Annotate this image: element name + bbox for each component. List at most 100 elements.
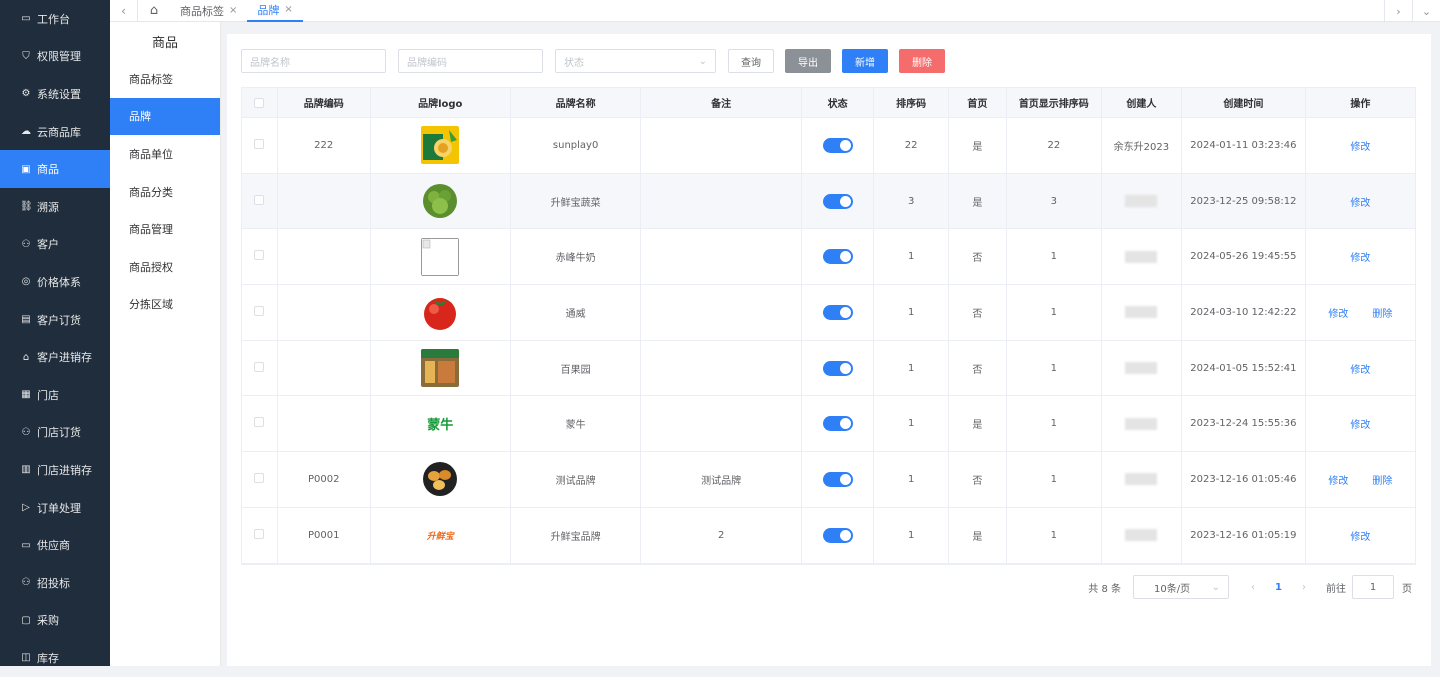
tab-1[interactable]: 品牌 × — [247, 0, 303, 22]
submenu-item-6[interactable]: 分拣区域 — [110, 286, 220, 324]
home-sort-cell: 1 — [1007, 340, 1102, 396]
submenu-item-2[interactable]: 商品单位 — [110, 135, 220, 173]
shengxianbao-logo: 升鲜宝 — [415, 516, 465, 554]
delete-link[interactable]: 删除 — [1372, 472, 1392, 487]
tabs-dropdown-icon[interactable]: ⌄ — [1412, 0, 1440, 22]
creator-cell — [1102, 452, 1182, 507]
row-select-cell — [242, 507, 278, 563]
sidebar-item-6[interactable]: ⚇ 客户 — [0, 226, 110, 264]
sidebar-item-3[interactable]: ☁ 云商品库 — [0, 113, 110, 151]
sidebar-item-17[interactable]: ◫ 库存 — [0, 639, 110, 677]
status-toggle[interactable] — [822, 527, 853, 543]
remark-cell — [641, 118, 802, 173]
brand-code-input[interactable]: 品牌编码 — [398, 49, 543, 73]
sidebar-item-13[interactable]: ▷ 订单处理 — [0, 489, 110, 527]
row-checkbox[interactable] — [254, 250, 265, 261]
status-toggle[interactable] — [822, 249, 853, 265]
brand-code-cell — [278, 285, 371, 340]
brand-name-cell: 蒙牛 — [511, 396, 642, 452]
edit-link[interactable]: 修改 — [1350, 416, 1370, 431]
page-number-current[interactable]: 1 — [1275, 582, 1282, 593]
sidebar-item-11[interactable]: ⚇ 门店订货 — [0, 414, 110, 452]
status-toggle[interactable] — [822, 193, 853, 209]
home-icon[interactable]: ⌂ — [138, 0, 170, 22]
tab-0[interactable]: 商品标签 × — [170, 0, 247, 22]
row-select-cell — [242, 340, 278, 396]
column-header: 备注 — [641, 88, 802, 117]
creator-redacted — [1125, 473, 1158, 486]
sidebar-item-8[interactable]: ▤ 客户订货 — [0, 301, 110, 339]
created-time-cell: 2023-12-24 15:55:36 — [1182, 396, 1306, 452]
pagination: 共 8 条 10条/页 ⌄ ‹ 1 › 前往 1 页 — [1088, 575, 1412, 599]
home-flag-cell: 否 — [949, 285, 1007, 340]
brand-name-input[interactable]: 品牌名称 — [241, 49, 386, 73]
status-toggle[interactable] — [822, 304, 853, 320]
submenu-item-5[interactable]: 商品授权 — [110, 248, 220, 286]
edit-link[interactable]: 修改 — [1350, 361, 1370, 376]
goto-page-input[interactable]: 1 — [1352, 575, 1394, 599]
vegetable-logo — [421, 182, 459, 220]
prev-page-icon[interactable]: ‹ — [1251, 582, 1255, 593]
status-toggle[interactable] — [822, 137, 853, 153]
status-select[interactable]: 状态 ⌄ — [555, 49, 716, 73]
row-checkbox[interactable] — [254, 528, 265, 539]
status-toggle[interactable] — [822, 471, 853, 487]
status-toggle[interactable] — [822, 360, 853, 376]
row-select-cell — [242, 396, 278, 452]
delete-link[interactable]: 删除 — [1372, 305, 1392, 320]
row-checkbox[interactable] — [254, 417, 265, 428]
sidebar-item-15[interactable]: ⚇ 招投标 — [0, 564, 110, 602]
row-checkbox[interactable] — [254, 194, 265, 205]
tabs-scroll-right-icon[interactable]: › — [1384, 0, 1412, 22]
sidebar-item-1[interactable]: ⛉ 权限管理 — [0, 38, 110, 76]
sidebar-item-label: 客户订货 — [37, 313, 81, 327]
select-all-cell — [242, 88, 278, 117]
submenu-item-4[interactable]: 商品管理 — [110, 210, 220, 248]
tabs-scroll-left-icon[interactable]: ‹ — [110, 0, 138, 22]
edit-link[interactable]: 修改 — [1350, 528, 1370, 543]
edit-link[interactable]: 修改 — [1350, 138, 1370, 153]
sidebar-item-2[interactable]: ⚙ 系统设置 — [0, 75, 110, 113]
submenu-item-1[interactable]: 品牌 — [110, 97, 220, 136]
home-sort-cell: 22 — [1007, 118, 1102, 173]
sidebar-item-16[interactable]: ▢ 采购 — [0, 602, 110, 640]
submenu-item-3[interactable]: 商品分类 — [110, 173, 220, 211]
edit-link[interactable]: 修改 — [1350, 249, 1370, 264]
next-page-icon[interactable]: › — [1302, 582, 1306, 593]
creator-redacted — [1125, 306, 1158, 319]
sidebar-item-label: 客户进销存 — [37, 351, 92, 365]
sidebar-item-label: 客户 — [37, 238, 59, 252]
submenu-item-0[interactable]: 商品标签 — [110, 60, 220, 98]
page-size-select[interactable]: 10条/页 ⌄ — [1133, 575, 1230, 599]
created-time-cell: 2024-01-11 03:23:46 — [1182, 118, 1306, 173]
edit-link[interactable]: 修改 — [1350, 194, 1370, 209]
sidebar-item-0[interactable]: ▭ 工作台 — [0, 0, 110, 38]
sidebar-item-9[interactable]: ⌂ 客户进销存 — [0, 338, 110, 376]
row-checkbox[interactable] — [254, 361, 265, 372]
edit-link[interactable]: 修改 — [1328, 305, 1348, 320]
edit-link[interactable]: 修改 — [1328, 472, 1348, 487]
tab-label: 品牌 — [257, 3, 280, 17]
add-button[interactable]: 新增 — [842, 49, 888, 73]
row-checkbox[interactable] — [254, 139, 265, 149]
close-icon[interactable]: × — [284, 4, 292, 15]
row-checkbox[interactable] — [254, 473, 265, 484]
sidebar-item-12[interactable]: ▥ 门店进销存 — [0, 451, 110, 489]
sidebar-item-7[interactable]: ◎ 价格体系 — [0, 263, 110, 301]
sort-code-cell: 1 — [874, 229, 949, 285]
sidebar-item-4[interactable]: ▣ 商品 — [0, 150, 110, 188]
row-checkbox[interactable] — [254, 306, 265, 317]
close-icon[interactable]: × — [229, 5, 237, 16]
sort-code-cell: 1 — [874, 340, 949, 396]
delete-button[interactable]: 删除 — [899, 49, 945, 73]
select-all-checkbox[interactable] — [254, 97, 265, 108]
sidebar-item-10[interactable]: ▦ 门店 — [0, 376, 110, 414]
brand-code-cell: P0002 — [278, 452, 371, 507]
price-icon: ◎ — [21, 276, 31, 288]
sidebar-item-14[interactable]: ▭ 供应商 — [0, 526, 110, 564]
query-button[interactable]: 查询 — [728, 49, 774, 73]
sidebar-item-5[interactable]: ⛓ 溯源 — [0, 188, 110, 226]
column-header: 操作 — [1350, 99, 1371, 110]
status-toggle[interactable] — [822, 416, 853, 432]
export-button[interactable]: 导出 — [785, 49, 831, 73]
